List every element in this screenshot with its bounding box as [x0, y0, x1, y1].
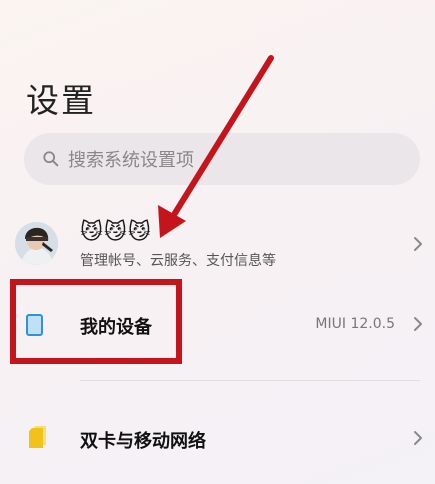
- chevron-right-icon: [414, 237, 422, 251]
- chevron-right-icon: [414, 317, 422, 331]
- search-icon: [43, 151, 59, 167]
- settings-item-dual-sim-mobile-network[interactable]: 双卡与移动网络: [0, 410, 435, 466]
- sim-card-icon: [29, 426, 46, 448]
- divider: [80, 380, 420, 381]
- search-placeholder: 搜索系统设置项: [68, 150, 194, 171]
- settings-item-label: 双卡与移动网络: [80, 431, 206, 452]
- account-name: 😼😼😼: [80, 220, 152, 245]
- annotation-highlight-box: [10, 279, 182, 364]
- page-title: 设置: [26, 81, 96, 120]
- settings-item-value: MIUI 12.0.5: [315, 316, 395, 332]
- account-subtitle: 管理帐号、云服务、支付信息等: [80, 253, 276, 269]
- chevron-right-icon: [414, 431, 422, 445]
- account-row[interactable]: 😼😼😼 管理帐号、云服务、支付信息等: [0, 212, 435, 278]
- search-input[interactable]: 搜索系统设置项: [24, 133, 420, 185]
- avatar: [15, 222, 58, 265]
